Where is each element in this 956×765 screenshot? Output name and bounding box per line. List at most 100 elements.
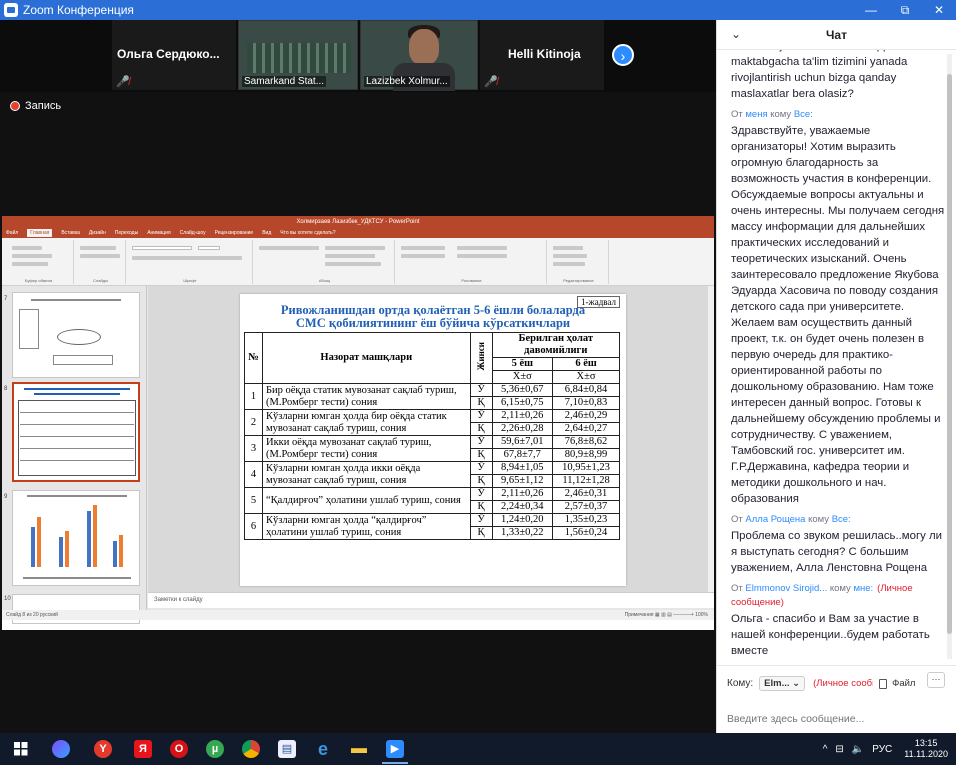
- ppt-workspace: 7 8 9 10 1-жадвал Ривожланишдан ортда қо…: [2, 286, 714, 624]
- more-options-button[interactable]: ···: [927, 672, 945, 688]
- age6-value: 2,57±0,37: [552, 500, 620, 514]
- slide-thumbnail[interactable]: [12, 382, 140, 482]
- age5-value: 9,65±1,12: [491, 474, 554, 488]
- age5-value: 2,11±0,26: [491, 487, 554, 501]
- private-indicator: (Личное сообщ: [813, 678, 873, 689]
- gender-cell: Қ: [469, 422, 493, 436]
- slide-thumbnail[interactable]: [12, 490, 140, 586]
- ribbon-group: Буфер обмена: [4, 240, 74, 284]
- recipient-dropdown[interactable]: Elm... ⌄: [759, 676, 806, 691]
- status-zoom[interactable]: Примечания ▦ ▥ ▤ ─────+ 100%: [625, 612, 708, 618]
- age6-value: 7,10±0,83: [552, 396, 620, 410]
- current-slide[interactable]: 1-жадвал Ривожланишдан ортда қолаётган 5…: [240, 294, 626, 586]
- chat-panel: ⌄ Чат мумкинОт Feruza Umarova кому Все:C…: [716, 20, 956, 733]
- chat-input[interactable]: [727, 710, 947, 728]
- ribbon-group-label: Абзац: [318, 278, 331, 283]
- yandex-icon[interactable]: Я: [134, 740, 152, 758]
- slide-thumbnail[interactable]: [12, 292, 140, 378]
- gender-cell: Қ: [469, 526, 493, 540]
- network-icon[interactable]: ⊟: [835, 744, 843, 755]
- ppt-search[interactable]: Что вы хотите сделать?: [280, 230, 335, 236]
- age5-value: 1,24±0,20: [491, 513, 554, 527]
- to-prefix: кому: [805, 514, 832, 525]
- alice-assistant-icon[interactable]: [52, 740, 70, 758]
- gender-cell: Ў: [469, 513, 493, 527]
- ppt-tab[interactable]: Файл: [6, 230, 18, 236]
- thumb-number: 8: [4, 386, 8, 392]
- gender-cell: Қ: [469, 474, 493, 488]
- participant-tile[interactable]: Ольга Сердюко... 🎤̸: [112, 20, 236, 90]
- utorrent-icon[interactable]: µ: [206, 740, 224, 758]
- clock[interactable]: 13:15 11.11.2020: [904, 738, 948, 760]
- sender-name[interactable]: меня: [745, 109, 767, 120]
- message-text: Проблема со звуком решилась..могу ли я в…: [731, 530, 942, 574]
- message-meta: От Алла Рощена кому Все:: [731, 513, 945, 527]
- ppt-tab[interactable]: Слайд-шоу: [180, 230, 206, 236]
- minimize-button[interactable]: —: [854, 3, 888, 17]
- age6-value: 11,12±1,28: [552, 474, 620, 488]
- edge-icon[interactable]: e: [314, 740, 332, 758]
- yandex-browser-icon[interactable]: Y: [94, 740, 112, 758]
- gender-cell: Ў: [469, 461, 493, 475]
- ppt-tab[interactable]: Переходы: [115, 230, 138, 236]
- chevron-up-icon[interactable]: ^: [823, 744, 828, 755]
- chat-message: От Feruza Umarova кому Все:Chet el tajri…: [731, 50, 945, 102]
- chat-scrollbar[interactable]: [947, 54, 952, 659]
- participant-tile[interactable]: Lazizbek Xolmur...: [360, 20, 478, 91]
- gender-cell: Қ: [469, 448, 493, 462]
- col-stat: X̄±σ: [491, 370, 554, 384]
- ppt-tab[interactable]: Вид: [262, 230, 271, 236]
- zoom-logo-icon: [4, 3, 18, 17]
- record-icon: [10, 101, 20, 111]
- recipient-name: Все:: [831, 514, 851, 525]
- row-number: 4: [244, 461, 263, 488]
- row-number: 3: [244, 435, 263, 462]
- zoom-title-bar: Zoom Конференция — ⧉ ✕: [0, 0, 956, 20]
- sender-name[interactable]: Elmmonov Sirojid...: [745, 583, 827, 594]
- files-app-icon[interactable]: ▤: [278, 740, 296, 758]
- col-gender: Жинси: [469, 332, 493, 384]
- ppt-tab[interactable]: Дизайн: [89, 230, 106, 236]
- file-button[interactable]: Файл: [879, 678, 915, 689]
- mic-muted-icon: 🎤̸: [116, 76, 130, 88]
- ppt-tab[interactable]: Главная: [27, 229, 53, 237]
- from-prefix: От: [731, 109, 746, 120]
- chrome-icon[interactable]: [242, 740, 260, 758]
- zoom-taskbar-icon[interactable]: ▶: [386, 740, 404, 758]
- language-indicator[interactable]: РУС: [872, 744, 892, 755]
- opera-icon[interactable]: O: [170, 740, 188, 758]
- shared-screen[interactable]: Холмирзаев Лазизбек_УДКТСУ - PowerPoint …: [2, 216, 714, 630]
- slide-notes[interactable]: Заметки к слайду: [148, 592, 714, 608]
- windows-start-icon[interactable]: [14, 742, 28, 756]
- ppt-window-title: Холмирзаев Лазизбек_УДКТСУ - PowerPoint: [296, 219, 420, 225]
- col-age5: 5 ёш: [491, 357, 554, 371]
- age6-value: 2,46±0,29: [552, 409, 620, 423]
- age5-value: 67,8±7,7: [491, 448, 554, 462]
- exercise-name: Бир оёқда статик мувозанат сақлаб туриш,…: [262, 383, 471, 410]
- close-button[interactable]: ✕: [922, 3, 956, 17]
- age5-value: 2,26±0,28: [491, 422, 554, 436]
- next-page-button[interactable]: ›: [612, 44, 634, 66]
- age5-value: 2,11±0,26: [491, 409, 554, 423]
- sender-name[interactable]: Алла Рощена: [745, 514, 805, 525]
- exercise-name: “Қалдирғоч” ҳолатини ушлаб туриш, сония: [262, 487, 471, 514]
- age6-value: 80,9±8,99: [552, 448, 620, 462]
- slide-scrollbar[interactable]: [708, 286, 714, 592]
- ppt-status-bar: Слайд 8 из 20 русский Примечания ▦ ▥ ▤ ─…: [2, 610, 714, 620]
- file-explorer-icon[interactable]: ▬: [350, 740, 368, 758]
- participant-tile[interactable]: Samarkand Stat...: [238, 20, 358, 90]
- ppt-tab[interactable]: Анимация: [147, 230, 170, 236]
- ppt-tab[interactable]: Вставка: [61, 230, 80, 236]
- status-slide-info: Слайд 8 из 20 русский: [6, 612, 58, 618]
- age6-value: 1,35±0,23: [552, 513, 620, 527]
- participant-tile[interactable]: Helli Kitinoja 🎤̸: [480, 20, 604, 90]
- col-name: Назорат машқлари: [262, 332, 471, 384]
- volume-icon[interactable]: 🔈: [852, 744, 864, 755]
- age6-value: 10,95±1,23: [552, 461, 620, 475]
- gender-cell: Ў: [469, 409, 493, 423]
- recording-indicator[interactable]: Запись: [10, 100, 61, 112]
- maximize-button[interactable]: ⧉: [888, 3, 922, 18]
- ppt-tab[interactable]: Рецензирование: [215, 230, 254, 236]
- to-prefix: кому: [827, 583, 854, 594]
- scroll-thumb[interactable]: [947, 74, 952, 634]
